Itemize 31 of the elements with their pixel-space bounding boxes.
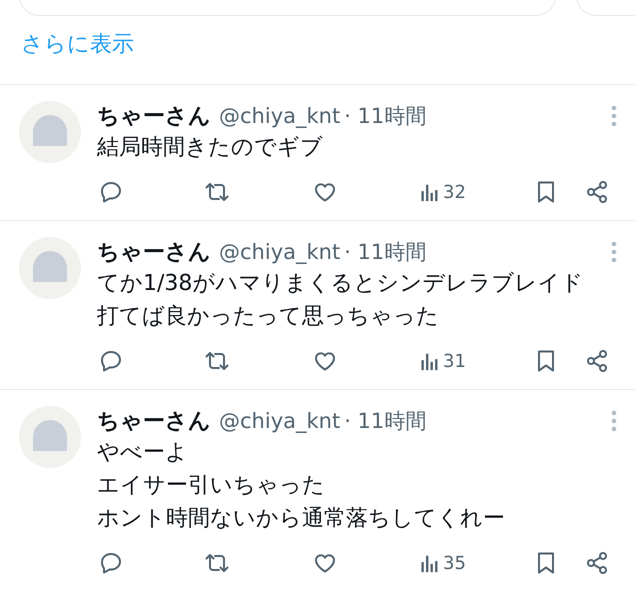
post-time: · 11時間 — [344, 103, 426, 130]
share-icon[interactable] — [584, 551, 609, 575]
repost-icon[interactable] — [205, 180, 229, 204]
user-name: ちゃーさん — [97, 103, 211, 131]
reply-icon[interactable] — [99, 551, 123, 575]
share-icon[interactable] — [584, 180, 609, 204]
show-more-link[interactable]: さらに表示 — [21, 32, 134, 57]
post-time: · 11時間 — [344, 239, 426, 266]
view-count: 32 — [443, 182, 466, 202]
post-text: 打てば良かったって思っちゃった — [97, 303, 440, 331]
post-text: やべーよ — [97, 439, 189, 467]
post-time: · 11時間 — [344, 408, 426, 435]
user-handle: @chiya_knt — [219, 240, 340, 264]
post-text: 結局時間きたのでギブ — [97, 134, 324, 162]
user-name: ちゃーさん — [97, 239, 211, 267]
views-icon[interactable] — [419, 182, 439, 202]
user-handle: @chiya_knt — [219, 104, 340, 128]
views-icon[interactable] — [419, 351, 439, 371]
reply-icon[interactable] — [99, 349, 123, 373]
user-name: ちゃーさん — [97, 408, 211, 436]
post-text: エイサー引いちゃった — [97, 472, 326, 500]
post-text: てか1/38がハマりまくるとシンデレラブレイド — [97, 270, 584, 298]
views-icon[interactable] — [419, 553, 439, 573]
view-count: 35 — [443, 552, 466, 574]
view-count: 31 — [443, 350, 466, 372]
repost-icon[interactable] — [205, 349, 229, 373]
reply-icon[interactable] — [99, 180, 123, 204]
user-handle: @chiya_knt — [219, 409, 340, 433]
share-icon[interactable] — [584, 349, 609, 373]
repost-icon[interactable] — [205, 551, 229, 575]
post-text: ホント時間ないから通常落ちしてくれー — [97, 505, 506, 533]
